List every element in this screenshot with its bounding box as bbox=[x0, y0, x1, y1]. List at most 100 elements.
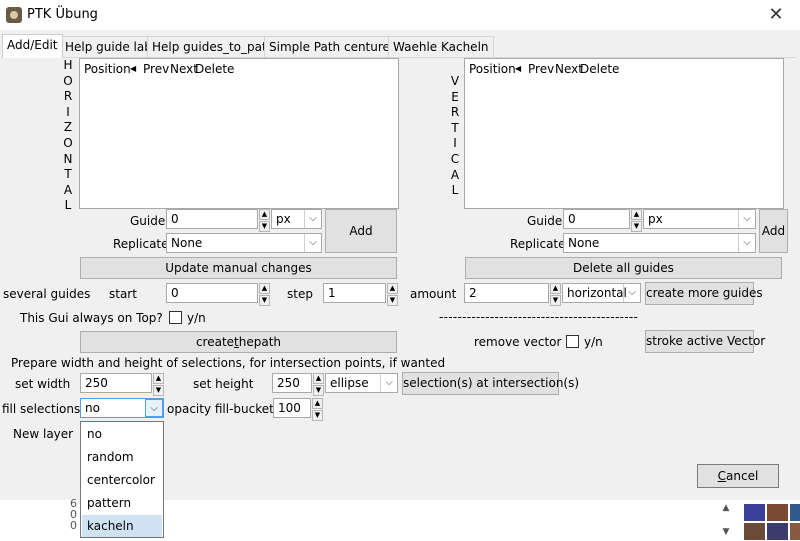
opacity-spinner[interactable]: ▲ ▼ bbox=[312, 398, 323, 421]
cancel-button[interactable]: Cancel bbox=[697, 464, 779, 488]
fill-option-pattern[interactable]: pattern bbox=[82, 492, 162, 514]
create-the-path-button[interactable]: createthepath bbox=[80, 331, 397, 353]
amount-input[interactable]: 2 bbox=[464, 283, 549, 303]
new-layer-label: New layer bbox=[13, 427, 74, 441]
column-delete[interactable]: Delete bbox=[195, 62, 234, 76]
background-thumbnail bbox=[790, 504, 800, 521]
vertical-letter: E bbox=[451, 89, 459, 104]
vertical-letter: V bbox=[450, 74, 460, 88]
unit-value: px bbox=[276, 212, 291, 226]
orientation-select[interactable]: horizontal ⌵ bbox=[562, 283, 641, 303]
horizontal-guides-list[interactable]: Position ◀ Prev Next Delete bbox=[79, 58, 399, 209]
step-input[interactable]: 1 bbox=[323, 283, 386, 303]
cancel-label: ancel bbox=[726, 469, 759, 483]
background-text: 6 0 0 bbox=[70, 498, 78, 531]
cancel-mnemonic: C bbox=[717, 469, 727, 483]
tab-simple-path-centured[interactable]: Simple Path centured bbox=[264, 36, 403, 57]
vertical-unit-select[interactable]: px ⌵ bbox=[643, 209, 756, 229]
always-on-top-label: This Gui always on Top? bbox=[20, 311, 163, 325]
window-title: PTK Übung bbox=[27, 7, 98, 22]
create-more-guides-button[interactable]: create more guides bbox=[645, 282, 763, 305]
opacity-input[interactable]: 100 bbox=[273, 398, 311, 418]
remove-vector-checkbox[interactable] bbox=[566, 335, 579, 348]
fill-option-random[interactable]: random bbox=[82, 446, 162, 468]
fill-selections-value: no bbox=[85, 401, 100, 415]
vertical-add-button[interactable]: Add bbox=[759, 209, 788, 253]
column-position[interactable]: Position bbox=[84, 62, 131, 76]
opacity-label: opacity fill-bucket?! bbox=[167, 402, 286, 416]
always-on-top-checkbox[interactable] bbox=[169, 311, 182, 324]
fill-options-dropdown[interactable]: no random centercolor pattern kacheln bbox=[80, 421, 164, 538]
vertical-letter: R bbox=[450, 105, 460, 120]
always-on-top-check-label: y/n bbox=[187, 311, 206, 325]
fill-selections-label: fill selections?! bbox=[2, 402, 92, 416]
horizontal-letter: A bbox=[63, 182, 73, 197]
horizontal-add-button[interactable]: Add bbox=[325, 209, 397, 253]
background-thumbnail bbox=[767, 523, 788, 540]
delete-all-guides-button[interactable]: Delete all guides bbox=[465, 257, 782, 279]
vertical-letter: C bbox=[450, 152, 460, 166]
set-width-spinner[interactable]: ▲ ▼ bbox=[153, 373, 164, 396]
set-height-input[interactable]: 250 bbox=[272, 373, 312, 393]
tab-help-guides-to-path[interactable]: Help guides_to_path bbox=[147, 36, 280, 57]
horizontal-replicate-select[interactable]: None ⌵ bbox=[166, 233, 322, 253]
horizontal-letter: O bbox=[63, 136, 73, 150]
column-prev[interactable]: Prev bbox=[143, 62, 169, 76]
start-spinner[interactable]: ▲ ▼ bbox=[259, 283, 270, 306]
vertical-guides-list[interactable]: Position ◀ Prev Next Delete bbox=[464, 58, 784, 209]
vertical-letter: T bbox=[451, 120, 459, 135]
tab-waehle-kacheln[interactable]: Waehle Kacheln bbox=[388, 36, 494, 57]
fill-option-kacheln[interactable]: kacheln bbox=[82, 515, 162, 537]
horizontal-guide-input[interactable]: 0 bbox=[166, 209, 258, 229]
selection-at-intersection-button[interactable]: selection(s) at intersection(s) bbox=[402, 372, 579, 395]
amount-spinner[interactable]: ▲ ▼ bbox=[550, 283, 561, 306]
vertical-guide-spinner[interactable]: ▲ ▼ bbox=[631, 209, 642, 232]
background-thumbnail bbox=[744, 504, 765, 521]
update-manual-changes-button[interactable]: Update manual changes bbox=[80, 257, 397, 279]
set-width-label: set width bbox=[15, 377, 71, 391]
shape-select[interactable]: ellipse ⌵ bbox=[325, 373, 398, 393]
tab-add-edit[interactable]: Add/Edit bbox=[2, 34, 63, 58]
replicate-value: None bbox=[568, 236, 600, 250]
unit-value: px bbox=[648, 212, 663, 226]
fill-option-centercolor[interactable]: centercolor bbox=[82, 469, 162, 491]
set-height-spinner[interactable]: ▲ ▼ bbox=[313, 373, 324, 396]
background-thumbnail bbox=[744, 523, 765, 540]
column-next[interactable]: Next bbox=[170, 62, 198, 76]
set-width-input[interactable]: 250 bbox=[80, 373, 152, 393]
tab-help-guide-lab[interactable]: Help guide lab bbox=[60, 36, 157, 57]
horizontal-letter: R bbox=[63, 89, 73, 104]
start-input[interactable]: 0 bbox=[166, 283, 258, 303]
step-spinner[interactable]: ▲ ▼ bbox=[387, 283, 398, 306]
column-delete[interactable]: Delete bbox=[580, 62, 619, 76]
vertical-replicate-select[interactable]: None ⌵ bbox=[563, 233, 756, 253]
horizontal-unit-select[interactable]: px ⌵ bbox=[271, 209, 322, 229]
title-bar: PTK Übung ✕ bbox=[0, 0, 800, 30]
close-icon[interactable]: ✕ bbox=[766, 4, 786, 26]
vertical-guide-input[interactable]: 0 bbox=[563, 209, 630, 229]
horizontal-letter: H bbox=[63, 58, 73, 72]
horizontal-letter: O bbox=[63, 73, 73, 88]
column-prev[interactable]: Prev bbox=[528, 62, 554, 76]
several-guides-label: several guides bbox=[3, 287, 91, 301]
fill-option-no[interactable]: no bbox=[82, 423, 162, 445]
prepare-description: Prepare width and height of selections, … bbox=[11, 356, 446, 370]
background-thumbnail bbox=[790, 523, 800, 540]
horizontal-letter: L bbox=[64, 198, 72, 213]
column-next[interactable]: Next bbox=[555, 62, 583, 76]
create-path-label-start: create bbox=[195, 335, 235, 349]
horizontal-guide-spinner[interactable]: ▲ ▼ bbox=[259, 209, 270, 232]
background-digit: 0 bbox=[70, 519, 77, 532]
horizontal-letter: I bbox=[66, 104, 70, 119]
horizontal-letter: Z bbox=[63, 120, 73, 135]
create-path-label-end: hepath bbox=[238, 335, 282, 349]
chevron-down-icon: ⌵ bbox=[380, 374, 397, 392]
chevron-down-icon: ⌵ bbox=[145, 399, 163, 417]
separator-dashes: ----------------------------------------… bbox=[439, 310, 639, 324]
vertical-letter: I bbox=[453, 136, 457, 151]
sort-arrow-icon: ◀ bbox=[130, 64, 137, 73]
stroke-active-vector-button[interactable]: stroke active Vector bbox=[645, 330, 765, 353]
chevron-down-icon: ⌵ bbox=[738, 210, 755, 228]
fill-selections-select[interactable]: no ⌵ bbox=[80, 398, 164, 418]
column-position[interactable]: Position bbox=[469, 62, 516, 76]
